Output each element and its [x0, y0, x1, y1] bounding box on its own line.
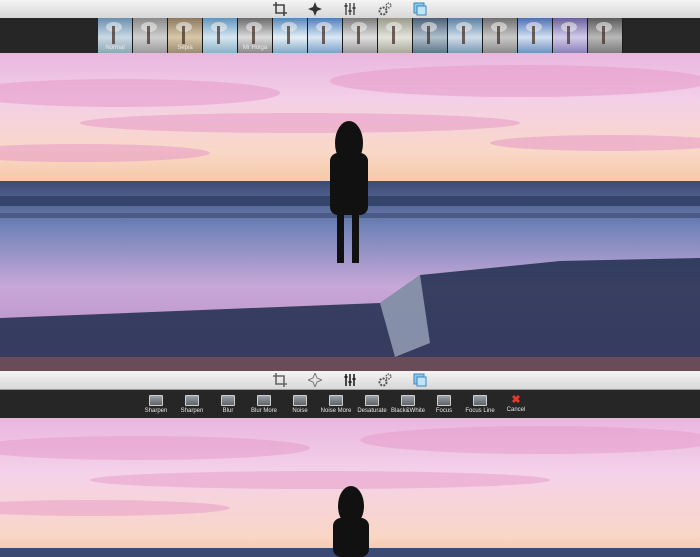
- effect-preview-icon: [149, 394, 163, 406]
- filter-thumbnail[interactable]: Sepia: [168, 18, 203, 53]
- effects-gear-icon[interactable]: [376, 1, 394, 17]
- filter-thumbnail[interactable]: [518, 18, 553, 53]
- effect-sharpen-button[interactable]: Sharpen: [174, 390, 210, 418]
- effects-list: Sharpen Sharpen Blur Blur More Noise Noise Mo…: [138, 390, 534, 418]
- tree-trunk: [532, 26, 535, 44]
- effect-blur-more-button[interactable]: Blur More: [246, 390, 282, 418]
- tree-trunk: [147, 26, 150, 44]
- tree-trunk: [287, 26, 290, 44]
- crop-icon[interactable]: [271, 372, 289, 388]
- filter-thumbnail[interactable]: [553, 18, 588, 53]
- effect-label: Sharpen: [180, 407, 204, 414]
- filters-icon[interactable]: [411, 1, 429, 17]
- effect-label: Focus: [435, 407, 453, 414]
- effect-label: Noise: [292, 407, 308, 414]
- effect-sharpen-button[interactable]: Sharpen: [138, 390, 174, 418]
- effect-label: Blur More: [250, 407, 277, 414]
- effect-preview-icon: [437, 394, 451, 406]
- effect-label: Sharpen: [144, 407, 168, 414]
- effect-cancel-button[interactable]: ✖ Cancel: [498, 390, 534, 418]
- filter-thumbnail-label: Normal: [105, 45, 125, 51]
- tree-trunk: [462, 26, 465, 44]
- effect-preview-icon: [329, 394, 343, 406]
- filter-thumbnail[interactable]: [203, 18, 238, 53]
- effect-preview-icon: [365, 394, 379, 406]
- tree-trunk: [112, 26, 115, 44]
- tree-trunk: [182, 26, 185, 44]
- effect-noise-more-button[interactable]: Noise More: [318, 390, 354, 418]
- cancel-icon: ✖: [511, 394, 521, 406]
- effect-preview-icon: [401, 394, 415, 406]
- tree-trunk: [322, 26, 325, 44]
- preview-photo: [0, 418, 700, 557]
- tree-trunk: [392, 26, 395, 44]
- filter-thumbnail[interactable]: Mr Holga: [238, 18, 273, 53]
- transform-icon[interactable]: [306, 372, 324, 388]
- transform-icon[interactable]: [306, 1, 324, 17]
- tree-trunk: [252, 26, 255, 44]
- tree-trunk: [427, 26, 430, 44]
- filter-strip: Normal Sepia Mr Holga: [0, 18, 700, 53]
- effect-label: Black&White: [390, 407, 425, 414]
- filter-thumbnail[interactable]: [378, 18, 413, 53]
- effect-label: Cancel: [506, 407, 526, 413]
- effects-strip: Sharpen Sharpen Blur Blur More Noise Noise Mo…: [0, 390, 700, 418]
- tree-trunk: [567, 26, 570, 44]
- tree-trunk: [217, 26, 220, 44]
- effect-black-white-button[interactable]: Black&White: [390, 390, 426, 418]
- effect-noise-button[interactable]: Noise: [282, 390, 318, 418]
- photo-frame: [0, 357, 700, 371]
- filter-thumbnail[interactable]: [413, 18, 448, 53]
- effect-focus-line-button[interactable]: Focus Line: [462, 390, 498, 418]
- filters-icon[interactable]: [411, 372, 429, 388]
- filter-thumbnail[interactable]: [273, 18, 308, 53]
- filter-thumbnail[interactable]: [483, 18, 518, 53]
- effect-blur-button[interactable]: Blur: [210, 390, 246, 418]
- bottom-toolbar: [0, 371, 700, 390]
- filter-thumbnail[interactable]: [308, 18, 343, 53]
- filter-thumbnail-label: Mr Holga: [242, 45, 268, 51]
- main-photo: [0, 53, 700, 357]
- filter-thumbnails: Normal Sepia Mr Holga: [98, 18, 623, 53]
- filter-thumbnail[interactable]: [448, 18, 483, 53]
- crop-icon[interactable]: [271, 1, 289, 17]
- effect-desaturate-button[interactable]: Desaturate: [354, 390, 390, 418]
- filter-thumbnail[interactable]: [133, 18, 168, 53]
- effect-preview-icon: [473, 394, 487, 406]
- effect-focus-button[interactable]: Focus: [426, 390, 462, 418]
- effect-label: Blur: [222, 407, 234, 414]
- effect-label: Focus Line: [465, 407, 495, 414]
- adjust-sliders-icon[interactable]: [341, 1, 359, 17]
- effect-preview-icon: [257, 394, 271, 406]
- tree-trunk: [357, 26, 360, 44]
- top-toolbar: [0, 0, 700, 19]
- effect-label: Noise More: [320, 407, 352, 414]
- filter-thumbnail[interactable]: Normal: [98, 18, 133, 53]
- effect-label: Desaturate: [357, 407, 387, 414]
- filter-thumbnail[interactable]: [343, 18, 378, 53]
- effect-preview-icon: [185, 394, 199, 406]
- tree-trunk: [497, 26, 500, 44]
- tree-trunk: [602, 26, 605, 44]
- effects-gear-icon[interactable]: [376, 372, 394, 388]
- effect-preview-icon: [221, 394, 235, 406]
- filter-thumbnail[interactable]: [588, 18, 623, 53]
- effect-preview-icon: [293, 394, 307, 406]
- filter-thumbnail-label: Sepia: [177, 45, 193, 51]
- adjust-sliders-icon[interactable]: [341, 372, 359, 388]
